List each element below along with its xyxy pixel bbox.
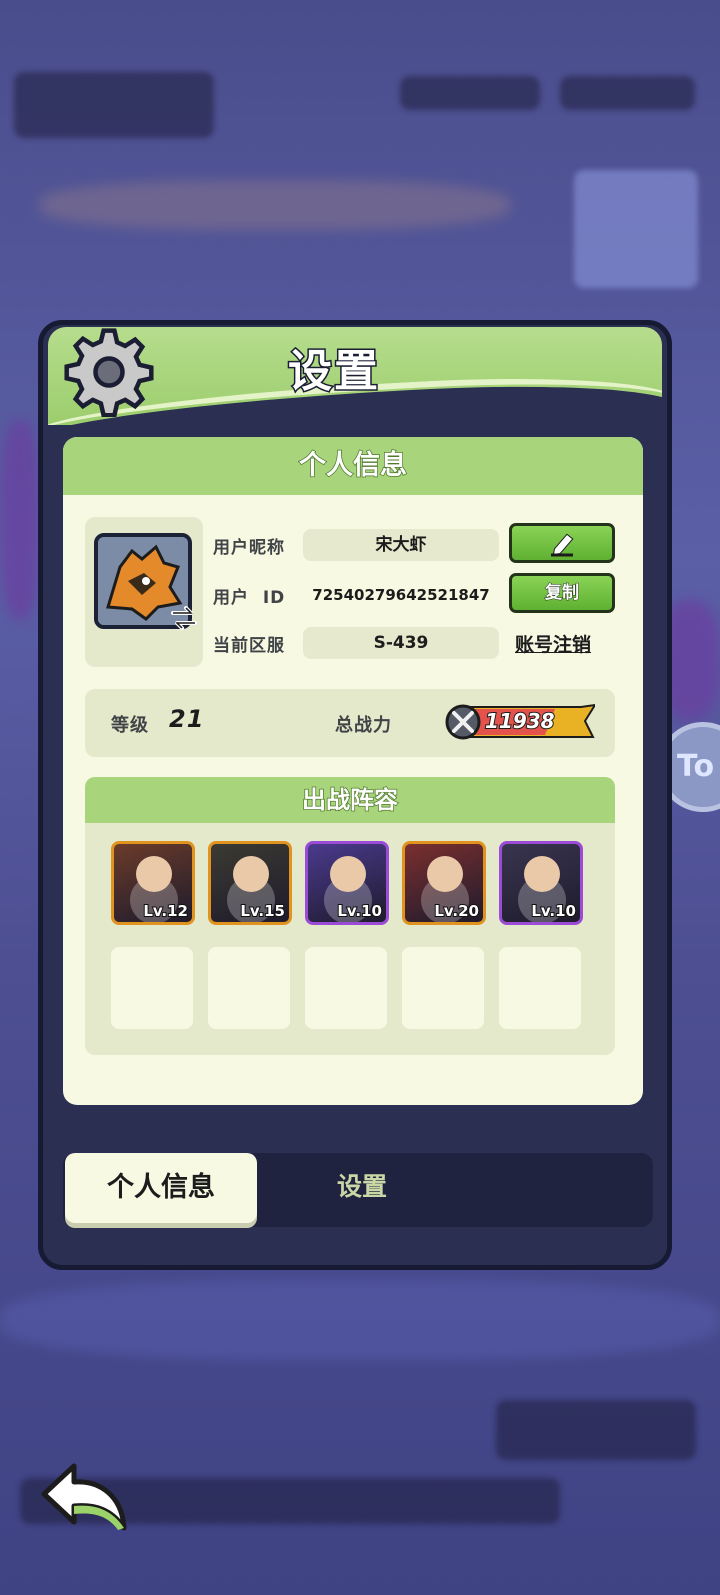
lineup-header: 出战阵容 [85,777,615,823]
hero-card[interactable]: Lv.20 [402,841,486,925]
tab-personal-info[interactable]: 个人信息 [65,1153,257,1223]
page-title: 设置 [287,345,380,399]
hero-level: Lv.20 [433,901,480,921]
empty-hero-slot[interactable] [402,947,484,1029]
hero-portrait [427,856,463,892]
empty-hero-slot[interactable] [305,947,387,1029]
swap-arrows-icon[interactable] [169,605,199,631]
hero-portrait [524,856,560,892]
back-arrow-icon[interactable] [38,1462,130,1534]
hero-level: Lv.12 [142,901,189,921]
empty-hero-slot[interactable] [499,947,581,1029]
power-badge: 11938 [445,703,595,741]
hero-portrait [136,856,172,892]
level-label: 等级 [111,715,149,736]
gear-icon [64,328,154,417]
user-id-value: 72540279642521847 [312,586,490,604]
profile-card: 个人信息 用户昵称 宋大虾 用户 ID 72540279642521847 复制… [63,437,643,1105]
hero-level: Lv.10 [530,901,577,921]
pencil-icon [551,533,574,557]
nickname-value: 宋大虾 [303,529,499,561]
hero-level: Lv.10 [336,901,383,921]
side-bubble-label: To [677,749,715,784]
hero-card[interactable]: Lv.10 [305,841,389,925]
battle-lineup: 出战阵容 Lv.12 Lv.15 Lv.10 Lv.20 Lv.10 [85,777,615,1055]
settings-panel: 设置 个人信息 用户昵称 宋大虾 用户 ID 72540279642521847… [38,320,672,1270]
tab-bar: 个人信息 设置 [63,1153,653,1227]
tab-settings[interactable]: 设置 [337,1167,387,1203]
power-label: 总战力 [335,715,392,736]
server-label: 当前区服 [213,636,285,656]
title-banner: 设置 [48,327,662,425]
user-id-label: 用户 ID [213,588,286,608]
edit-nickname-button[interactable] [509,523,615,563]
empty-hero-slot[interactable] [208,947,290,1029]
hero-portrait [330,856,366,892]
nickname-label: 用户昵称 [213,538,285,558]
account-deletion-link[interactable]: 账号注销 [515,630,591,657]
hero-level: Lv.15 [239,901,286,921]
hero-card[interactable]: Lv.10 [499,841,583,925]
level-value: 21 [169,705,205,733]
stats-row: 等级 21 总战力 11938 [85,689,615,757]
avatar-container[interactable] [85,517,203,667]
hero-card[interactable]: Lv.15 [208,841,292,925]
hero-card[interactable]: Lv.12 [111,841,195,925]
power-value: 11938 [484,708,556,734]
copy-id-button[interactable]: 复制 [509,573,615,613]
crossed-swords-icon [445,704,481,740]
server-value: S-439 [303,627,499,659]
empty-hero-slot[interactable] [111,947,193,1029]
hero-portrait [233,856,269,892]
section-header: 个人信息 [63,437,643,495]
